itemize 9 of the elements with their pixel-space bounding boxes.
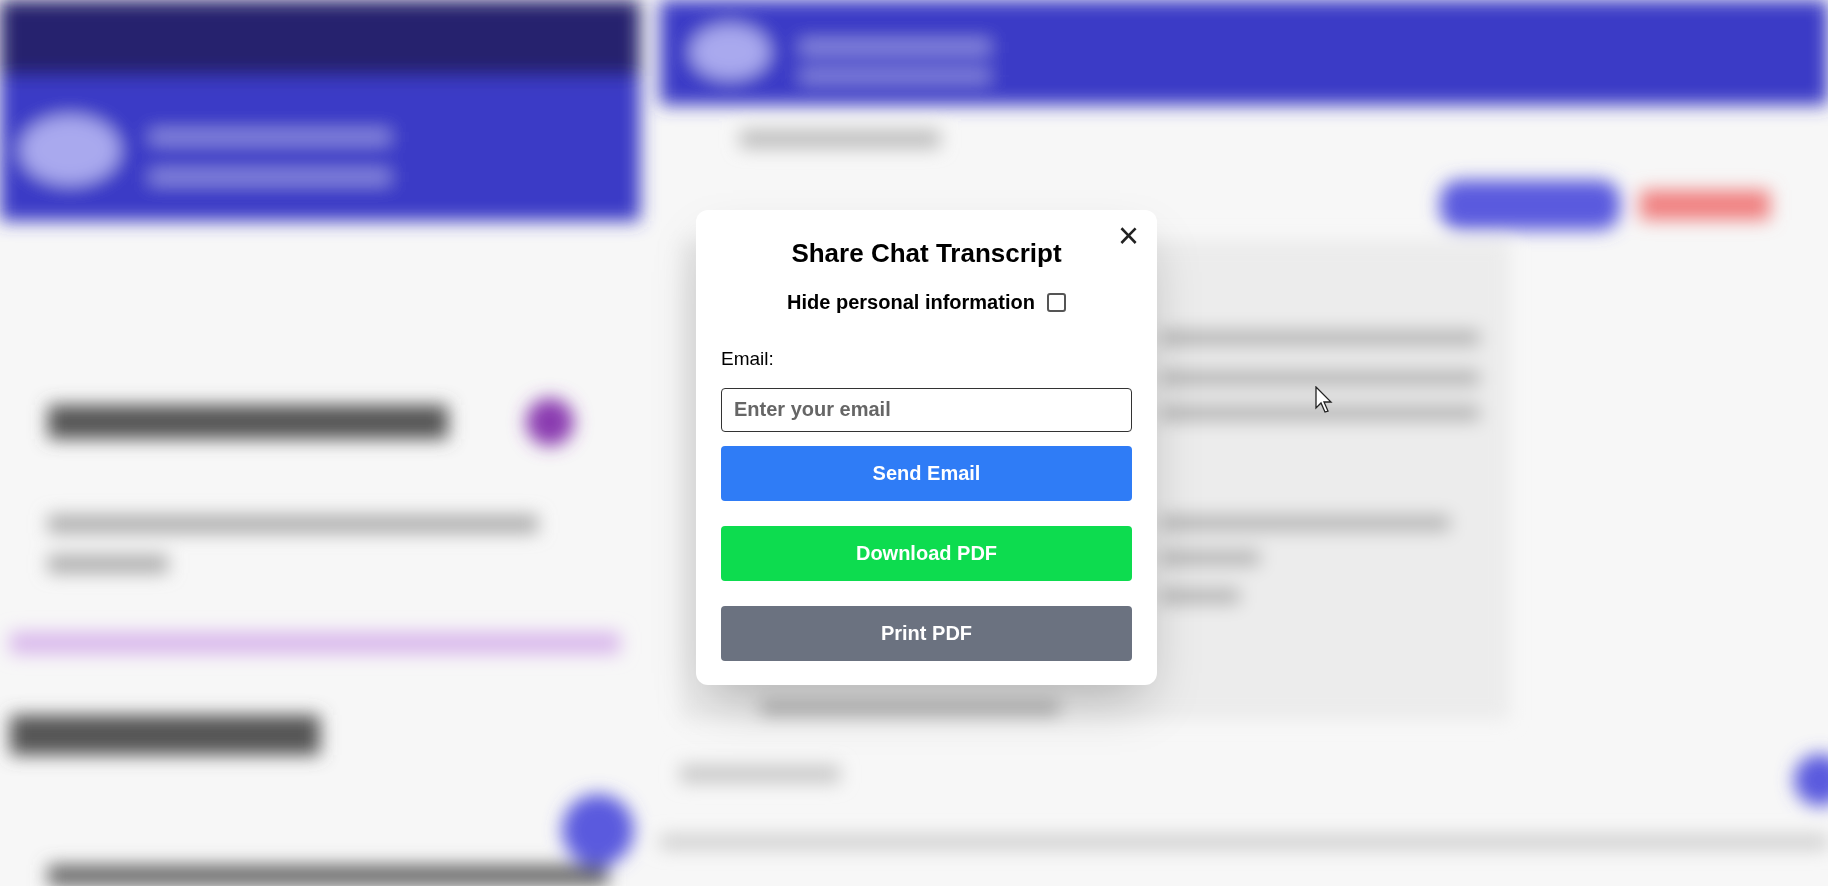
- dialog-title: Share Chat Transcript: [791, 237, 1062, 270]
- hide-personal-checkbox[interactable]: [1046, 292, 1066, 312]
- hide-personal-label: Hide personal information: [787, 290, 1035, 315]
- action-button[interactable]: Print PDF: [721, 605, 1132, 661]
- close-button[interactable]: ×: [1113, 218, 1143, 254]
- action-button[interactable]: Send Email: [721, 445, 1132, 501]
- mouse-pointer-icon: [1315, 386, 1335, 414]
- email-field[interactable]: Enter your email: [721, 387, 1132, 432]
- email-label: Email:: [721, 347, 775, 371]
